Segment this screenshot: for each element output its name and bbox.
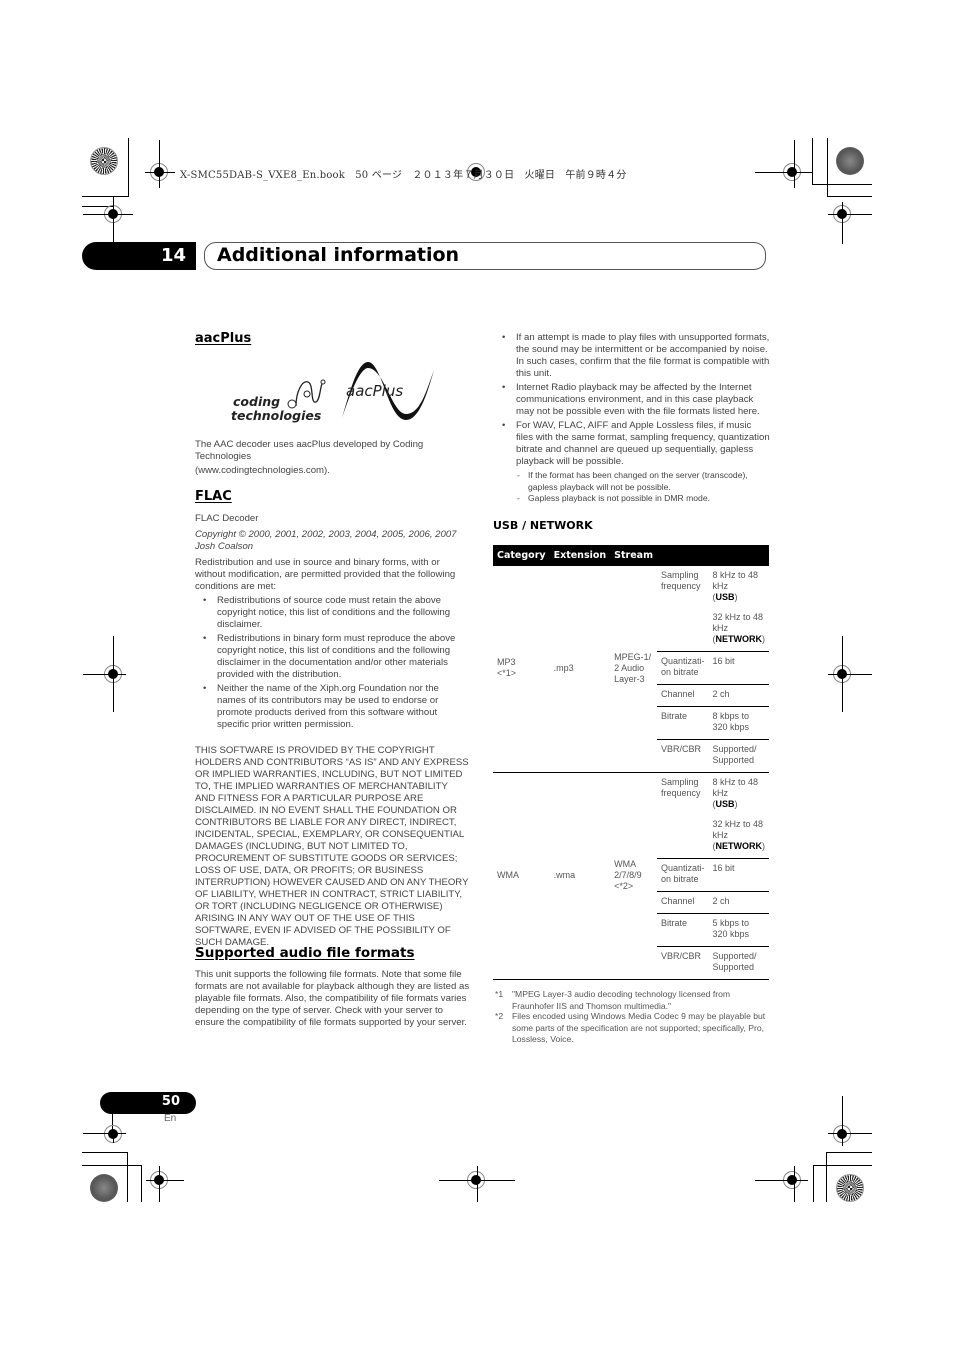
- registration-star-icon: [90, 147, 118, 175]
- aacplus-logo-icon: aacPlus: [342, 362, 434, 420]
- spec-value: 16 bit: [708, 858, 770, 892]
- aacplus-text: The AAC decoder uses aacPlus developed b…: [195, 439, 445, 477]
- stream-cell: MPEG-1/ 2 Audio Layer-3: [614, 651, 652, 684]
- list-item: Neither the name of the Xiph.org Foundat…: [195, 683, 470, 731]
- formats-table: Category Extension Stream MP3 <*1> .mp3 …: [493, 545, 770, 980]
- extension-cell: .wma: [549, 772, 611, 980]
- spec-value: 8 kHz to 48 kHz (USB) 32 kHz to 48 kHz (…: [708, 772, 770, 859]
- page-number: 50: [161, 1094, 180, 1109]
- spec-value: 8 kbps to 320 kbps: [708, 706, 770, 740]
- aacplus-text-line: The AAC decoder uses aacPlus developed b…: [195, 439, 424, 462]
- table-row: WMA .wma WMA 2/7/8/9 <*2> Sampling frequ…: [493, 772, 770, 980]
- supported-formats-text: This unit supports the following file fo…: [195, 969, 470, 1028]
- subnotes-list: If the format has been changed on the se…: [494, 470, 770, 505]
- list-item: If the format has been changed on the se…: [494, 470, 770, 493]
- page-number-pill: 50: [100, 1092, 196, 1114]
- registration-dot-icon: [836, 147, 864, 175]
- spec-label: Sampling frequency: [656, 566, 709, 652]
- logo-coding-text: coding: [233, 394, 280, 409]
- spec-value: 8 kHz to 48 kHz (USB) 32 kHz to 48 kHz (…: [708, 566, 770, 652]
- category-cell: MP3 <*1>: [497, 657, 517, 678]
- table-row: MP3 <*1> .mp3 MPEG-1/ 2 Audio Layer-3 Sa…: [493, 566, 770, 684]
- chapter-number: 14: [160, 245, 186, 266]
- flac-copyright: Copyright © 2000, 2001, 2002, 2003, 2004…: [195, 529, 457, 552]
- spec-value: 5 kbps to 320 kbps: [708, 913, 770, 947]
- spec-label: Quantizati- on bitrate: [656, 651, 709, 685]
- flac-heading: FLAC: [195, 489, 232, 504]
- table-header-row: Category Extension Stream: [493, 545, 770, 566]
- spec-value: 2 ch: [708, 891, 770, 914]
- registration-dot-icon: [90, 1174, 118, 1202]
- chapter-tab: 14: [82, 242, 196, 270]
- flac-body: FLAC Decoder Copyright © 2000, 2001, 200…: [195, 513, 470, 949]
- footnote: *2 Files encoded using Windows Media Cod…: [495, 1011, 766, 1044]
- column-header: Extension: [549, 545, 611, 566]
- list-item: If an attempt is made to play files with…: [494, 332, 770, 380]
- spec-label: VBR/CBR: [660, 744, 701, 754]
- spec-value: Supported/ Supported: [712, 744, 757, 765]
- list-item: Redistributions of source code must reta…: [195, 595, 470, 631]
- flac-decoder-text: FLAC Decoder: [195, 513, 259, 524]
- spec-value: Supported/ Supported: [708, 946, 770, 980]
- list-item: Redistributions in binary form must repr…: [195, 633, 470, 681]
- logo-aacplus-text: aacPlus: [346, 382, 403, 400]
- list-item: Internet Radio playback may be affected …: [494, 382, 770, 418]
- logo-technologies-text: technologies: [231, 408, 321, 423]
- flac-disclaimer: THIS SOFTWARE IS PROVIDED BY THE COPYRIG…: [195, 745, 469, 948]
- aacplus-url: (www.codingtechnologies.com).: [195, 465, 330, 476]
- spec-label: VBR/CBR: [656, 946, 709, 980]
- category-cell: WMA: [493, 772, 550, 980]
- spec-label: Quantizati- on bitrate: [656, 858, 709, 892]
- aacplus-heading: aacPlus: [195, 331, 252, 346]
- spec-value: 16 bit: [708, 651, 770, 685]
- chapter-title: Additional information: [217, 244, 460, 266]
- stream-cell: WMA 2/7/8/9 <*2>: [610, 772, 657, 980]
- spec-label: Channel: [656, 891, 709, 914]
- coding-technologies-logo-icon: coding technologies: [231, 379, 326, 423]
- footnote: *1 "MPEG Layer-3 audio decoding technolo…: [495, 989, 731, 1011]
- column-header: Stream: [610, 545, 657, 566]
- spec-label: Channel: [656, 684, 709, 707]
- print-header: X-SMC55DAB-S_VXE8_En.book 50 ページ ２０１３年７月…: [180, 170, 627, 181]
- playback-notes: If an attempt is made to play files with…: [494, 332, 770, 505]
- spec-label: Bitrate: [656, 913, 709, 947]
- usb-network-heading: USB / NETWORK: [493, 519, 593, 532]
- list-item: Gapless playback is not possible in DMR …: [494, 493, 770, 505]
- spec-label: Bitrate: [656, 706, 709, 740]
- flac-intro: Redistribution and use in source and bin…: [195, 557, 456, 592]
- registration-star-icon: [836, 1174, 864, 1202]
- page-language: En: [164, 1113, 177, 1124]
- chapter-title-box: Additional information: [204, 242, 766, 270]
- supported-formats-heading: Supported audio file formats: [195, 945, 415, 961]
- list-item: For WAV, FLAC, AIFF and Apple Lossless f…: [494, 420, 770, 468]
- coding-technologies-logo: coding technologies: [230, 376, 330, 424]
- flac-conditions-list: Redistributions of source code must reta…: [195, 595, 470, 731]
- extension-cell: .mp3: [553, 662, 574, 673]
- aacplus-logo: aacPlus: [340, 360, 436, 420]
- spec-label: Sampling frequency: [656, 772, 709, 859]
- spec-value: 2 ch: [708, 684, 770, 707]
- notes-list: If an attempt is made to play files with…: [494, 332, 770, 468]
- column-header: Category: [493, 545, 550, 566]
